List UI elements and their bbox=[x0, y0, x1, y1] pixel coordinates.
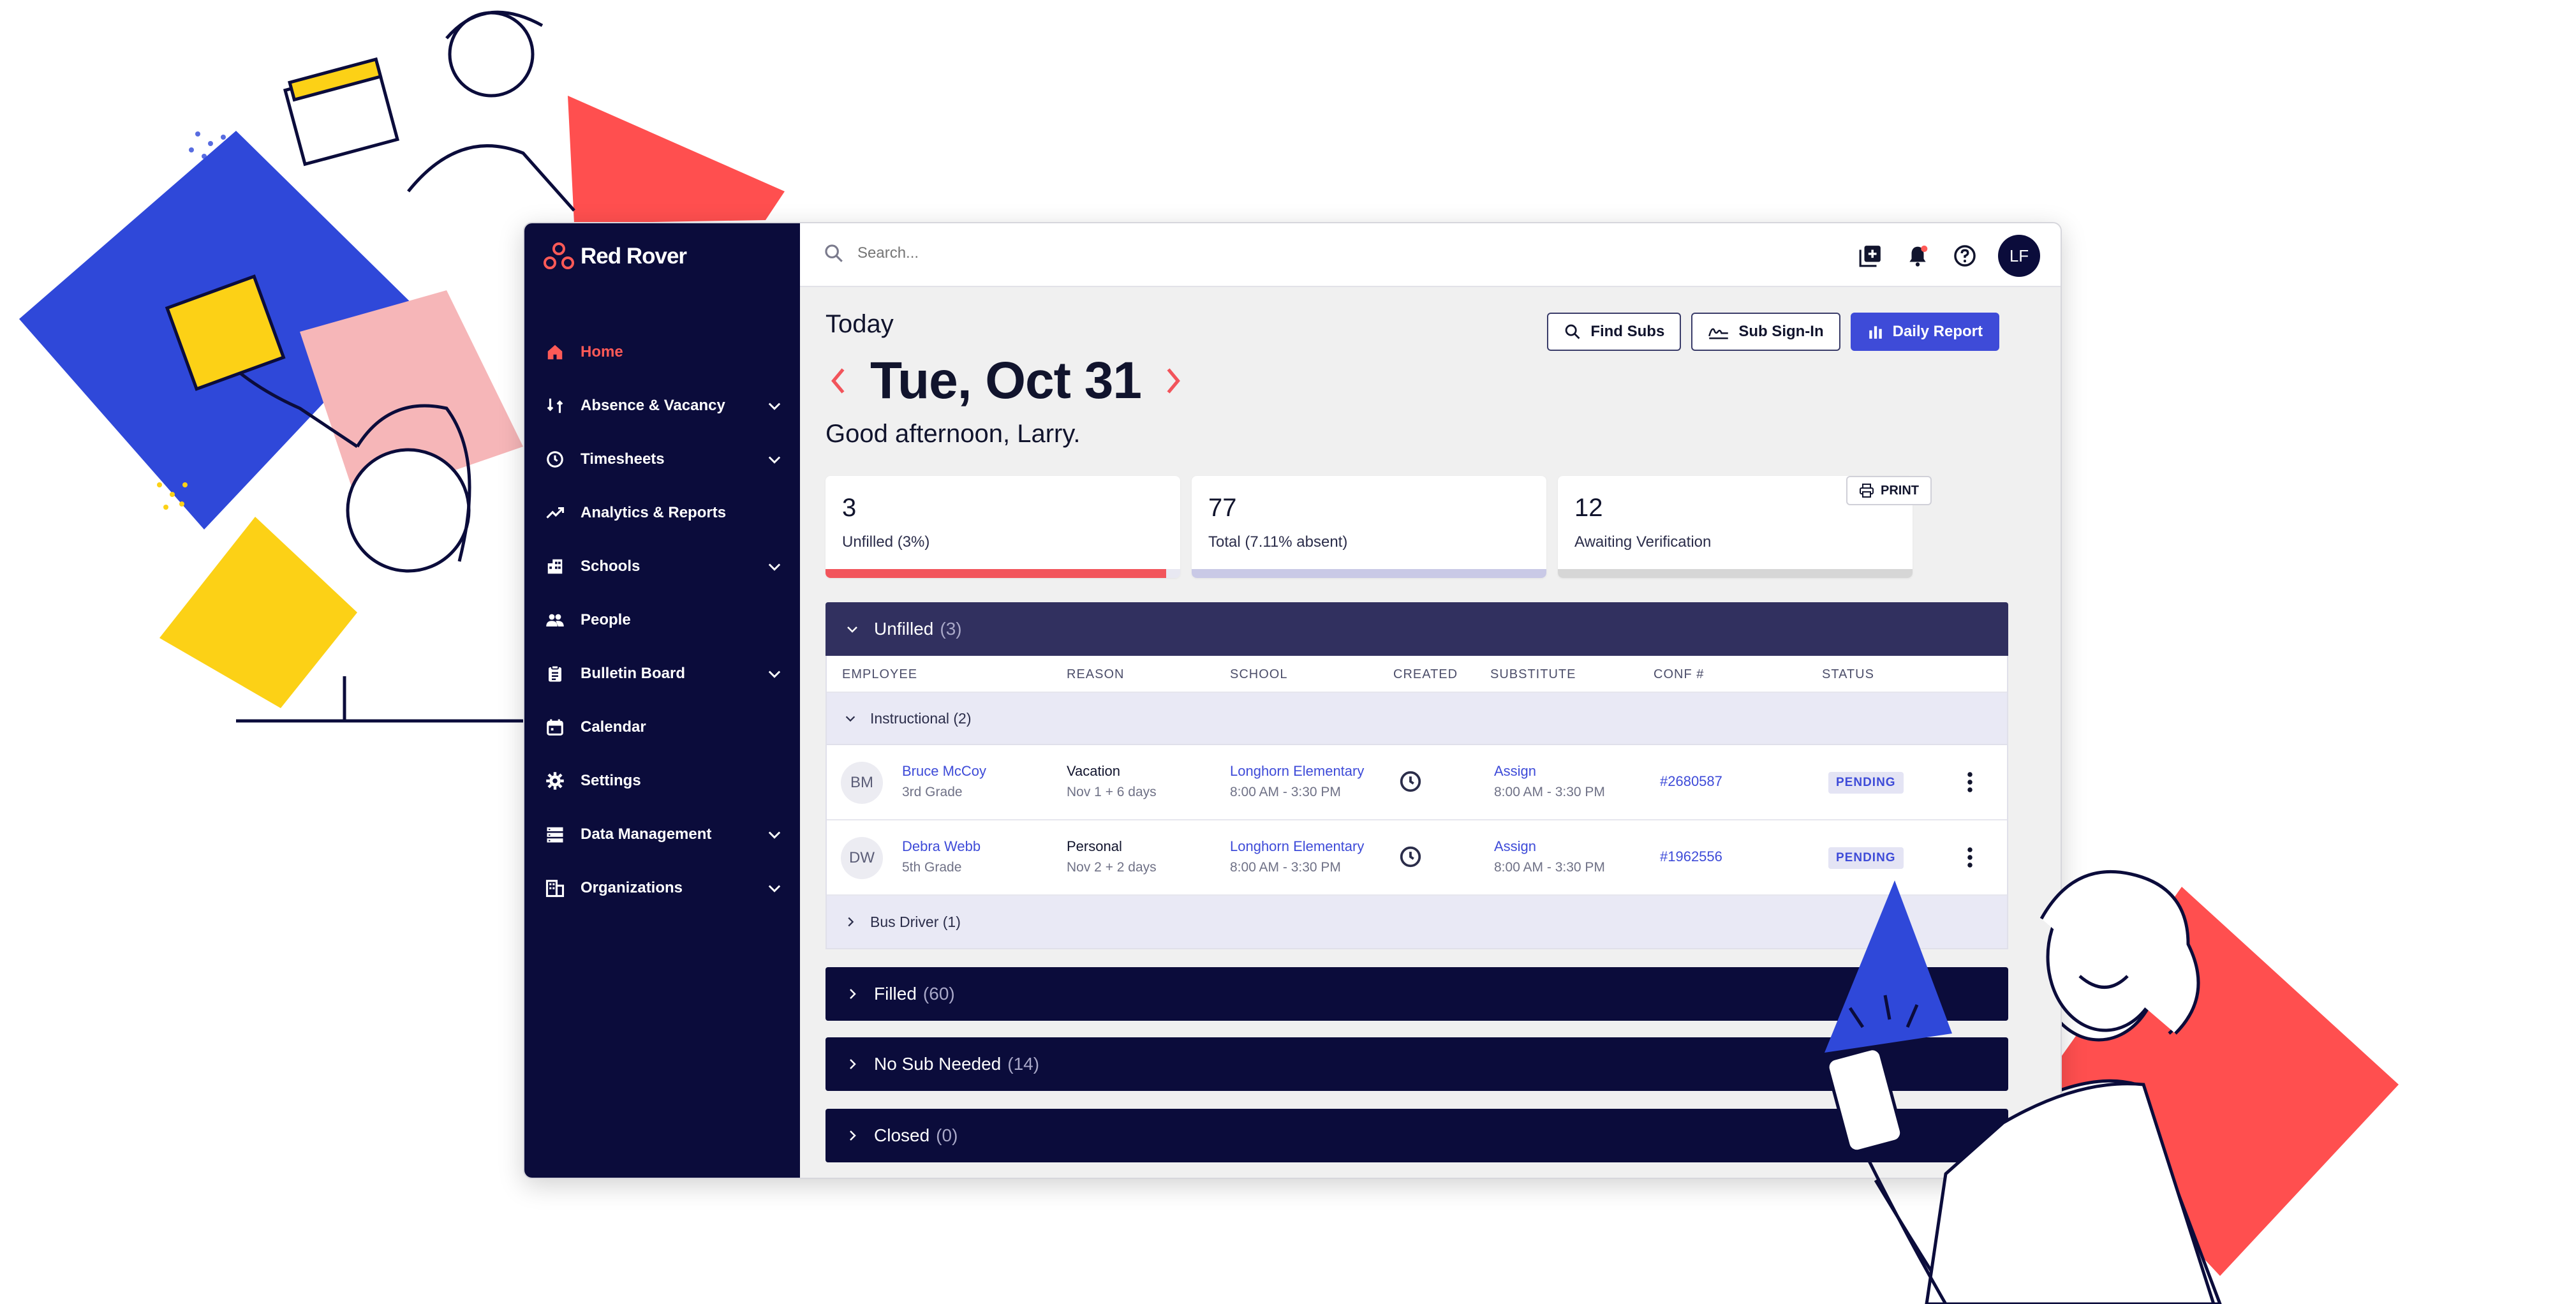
blue-triangle-overlap bbox=[1825, 880, 1952, 1053]
foreground-illustration bbox=[1825, 870, 2216, 1304]
